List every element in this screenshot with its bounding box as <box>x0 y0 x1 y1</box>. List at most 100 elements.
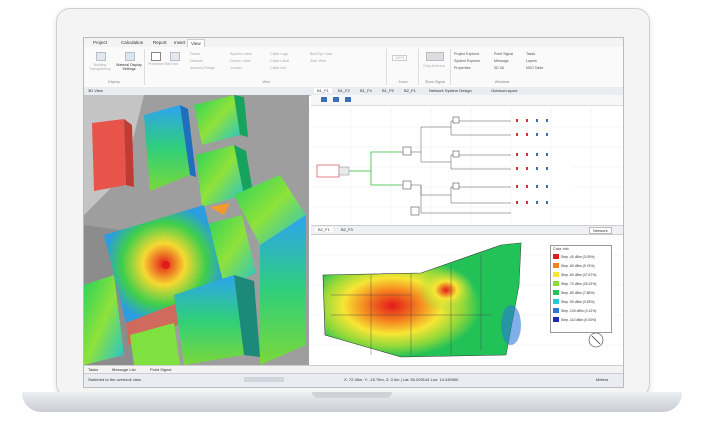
ribbon-group-windows: Project Explorer System Explorer Propert… <box>452 49 552 85</box>
legend-label: Step -50 dBm (9.74%) <box>561 263 595 268</box>
show-signal-icon <box>426 52 444 61</box>
3d-button[interactable]: 3D 3D <box>494 66 504 70</box>
view-system-label-checkbox[interactable]: System Label <box>230 52 252 56</box>
floor-tab-b2-f3[interactable]: B2_F3 <box>341 227 353 232</box>
legend-row: Step -90 dBm (0.53%) <box>551 297 611 306</box>
network-schematic[interactable] <box>311 107 623 222</box>
view-side-view-checkbox[interactable]: Side View <box>310 59 326 63</box>
view-power-checkbox[interactable]: Power <box>190 52 200 56</box>
view-device-label-checkbox[interactable]: Device Label <box>230 59 251 63</box>
status-coordinates: X: 72.26m, Y: -15.79m, Z: 0.0m | Lat: 50… <box>344 377 459 382</box>
legend-row: Step -80 dBm (7.85%) <box>551 288 611 297</box>
legend-row: Step -70 dBm (39.22%) <box>551 279 611 288</box>
material-display-settings-button[interactable]: Material Display Settings <box>116 63 142 71</box>
3d-city-render <box>84 95 309 365</box>
legend-label: Step -60 dBm (47.67%) <box>561 272 597 277</box>
color-legend: Color Info Step -40 dBm (3.09%) Step -50… <box>550 245 612 333</box>
legend-label: Step -40 dBm (3.09%) <box>561 254 595 259</box>
view-jumper-checkbox[interactable]: Jumper <box>230 66 242 70</box>
message-list-tab[interactable]: Message List <box>112 367 136 372</box>
heatmap-panel-tab[interactable]: Network <box>589 227 612 234</box>
building-transparency-icon <box>96 52 106 61</box>
display-group-label: Display <box>108 80 120 84</box>
message-button[interactable]: Message <box>494 59 509 63</box>
material-display-icon <box>125 52 135 61</box>
right-pane: B2_F1 B2_F3 Network Color Info Step -40 … <box>311 95 623 365</box>
windows-group-label: Windows <box>494 80 510 84</box>
legend-label: Step -110 dBm (0.00%) <box>561 317 597 322</box>
schematic-toolbar <box>311 95 623 106</box>
3d-view-panel[interactable] <box>84 95 309 365</box>
schematic-tool-icon[interactable] <box>333 97 339 102</box>
app-window: Project Calculation Report Insert View B… <box>83 37 624 388</box>
doc-tab-network-system-design[interactable]: Network System Design <box>429 88 472 93</box>
doc-tab-b1-f2[interactable]: B1_F2 <box>338 88 350 93</box>
view-antenna-range-checkbox[interactable]: Antenna Range <box>190 66 215 70</box>
prediction-bar-button[interactable]: Prediction Bar <box>148 62 171 66</box>
tab-view[interactable]: View <box>187 39 205 47</box>
doc-tab-3d-view[interactable]: 3D View <box>88 88 103 93</box>
point-signal-tab[interactable]: Point Signal <box>150 367 171 372</box>
system-explorer-button[interactable]: System Explorer <box>454 59 480 63</box>
grid-icon <box>170 52 180 61</box>
project-explorer-button[interactable]: Project Explorer <box>454 52 480 56</box>
view-cable-logo-checkbox[interactable]: Cable Logo <box>270 52 288 56</box>
tab-calculation[interactable]: Calculation <box>118 39 146 46</box>
doc-tab-outdoor-layout[interactable]: OutdoorLayout <box>491 88 517 93</box>
floor-tab-b2-f1[interactable]: B2_F1 <box>315 227 333 232</box>
schematic-tool-icon[interactable] <box>321 97 327 102</box>
grid-button[interactable]: Grid <box>171 62 178 66</box>
legend-row: Step -50 dBm (9.74%) <box>551 261 611 270</box>
tasks-button[interactable]: Tasks <box>526 52 535 56</box>
view-bird-eye-checkbox[interactable]: Bird Eye View <box>310 52 332 56</box>
legend-row: Step -40 dBm (3.09%) <box>551 252 611 261</box>
only-antenna-button[interactable]: Only Antenna <box>423 64 445 68</box>
legend-label: Step -80 dBm (7.85%) <box>561 290 595 295</box>
ribbon: Building Transparency Material Display S… <box>84 47 623 88</box>
ribbon-group-zoom: 100% Zoom <box>388 49 419 85</box>
legend-swatch <box>553 317 559 322</box>
nso-table-button[interactable]: NSO Table <box>526 66 543 70</box>
view-cable-info-checkbox[interactable]: Cable Info <box>270 66 286 70</box>
legend-swatch <box>553 281 559 286</box>
status-message: Switched to the overlook view. <box>88 377 142 382</box>
tab-project[interactable]: Project <box>90 39 110 46</box>
doc-tab-b2-f1[interactable]: B2_F1 <box>404 88 416 93</box>
legend-row: Step -60 dBm (47.67%) <box>551 270 611 279</box>
floor-tab-bar: B2_F1 B2_F3 Network <box>311 225 623 235</box>
tab-report[interactable]: Report <box>150 39 170 46</box>
show-signal-group-label: Show Signal <box>425 80 445 84</box>
schematic-tool-icon[interactable] <box>345 97 351 102</box>
zoom-select[interactable]: 100% <box>392 55 408 61</box>
legend-row: Step -100 dBm (0.12%) <box>551 306 611 315</box>
prediction-bar-icon <box>151 52 161 61</box>
ribbon-group-show-signal: Only Antenna Show Signal <box>420 49 451 85</box>
building-transparency-button[interactable]: Building Transparency <box>88 63 112 71</box>
ribbon-group-display: Building Transparency Material Display S… <box>84 49 145 85</box>
legend-swatch <box>553 290 559 295</box>
view-network-checkbox[interactable]: Network <box>190 59 203 63</box>
legend-row: Step -110 dBm (0.00%) <box>551 315 611 324</box>
doc-tab-b1-f5[interactable]: B1_F5 <box>382 88 394 93</box>
doc-tab-b1-f4[interactable]: B1_F4 <box>360 88 372 93</box>
doc-tab-b1-f1[interactable]: B1_F1 <box>314 88 332 93</box>
legend-label: Step -100 dBm (0.12%) <box>561 308 597 313</box>
properties-button[interactable]: Properties <box>454 66 470 70</box>
status-units: Meters <box>596 377 609 382</box>
zoom-group-label: Zoom <box>398 80 408 84</box>
tasks-tab[interactable]: Tasks <box>88 367 98 372</box>
point-signal-button[interactable]: Point Signal <box>494 52 513 56</box>
view-cable-label-checkbox[interactable]: Cable Label <box>270 59 289 63</box>
status-progress <box>244 377 284 382</box>
tab-insert[interactable]: Insert <box>171 39 188 46</box>
legend-swatch <box>553 299 559 304</box>
legend-swatch <box>553 254 559 259</box>
legend-swatch <box>553 263 559 268</box>
legend-label: Step -90 dBm (0.53%) <box>561 299 595 304</box>
legend-swatch <box>553 272 559 277</box>
laptop-notch <box>312 392 392 398</box>
legend-label: Step -70 dBm (39.22%) <box>561 281 597 286</box>
layers-button[interactable]: Layers <box>526 59 537 63</box>
status-bar: Switched to the overlook view. X: 72.26m… <box>84 373 623 387</box>
legend-swatch <box>553 308 559 313</box>
